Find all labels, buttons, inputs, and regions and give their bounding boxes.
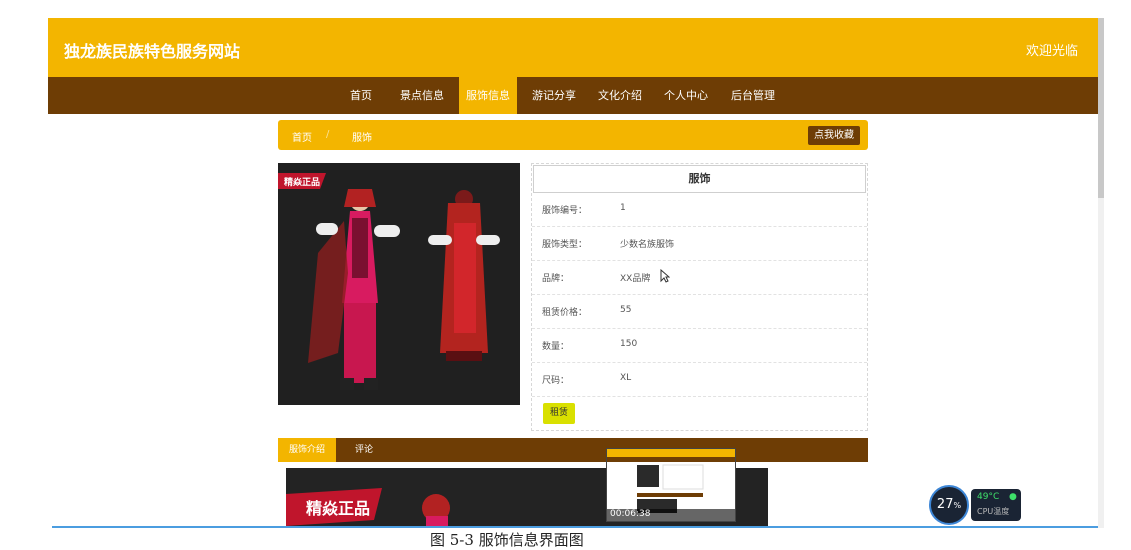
nav-item-scenic[interactable]: 景点信息 xyxy=(394,77,450,114)
detail-label: 服饰类型： xyxy=(542,240,588,250)
scrollbar-thumb[interactable] xyxy=(1098,18,1104,198)
intro-image-text: 精焱正品 xyxy=(306,499,370,518)
product-title: 服饰 xyxy=(533,165,866,193)
product-details-panel: 服饰 服饰编号： 1 服饰类型： 少数名族服饰 品牌： XX品牌 租赁价格： 5… xyxy=(531,163,868,431)
detail-label: 品牌： xyxy=(542,274,570,284)
video-timestamp: 00:06:38 xyxy=(610,509,651,519)
rent-button[interactable]: 租赁 xyxy=(543,403,575,424)
figure-caption: 图 5-3 服饰信息界面图 xyxy=(430,531,584,549)
video-preview-thumbnail[interactable]: 00:06:38 xyxy=(606,448,736,522)
detail-value: 55 xyxy=(620,305,632,315)
detail-value: XL xyxy=(620,373,632,383)
detail-label: 服饰编号： xyxy=(542,206,588,216)
cpu-temp-box: 49°C ● CPU温度 xyxy=(971,489,1021,521)
detail-tabs: 服饰介绍 评论 xyxy=(278,438,868,462)
detail-label: 租赁价格： xyxy=(542,308,588,318)
detail-label: 尺码： xyxy=(542,376,570,386)
cpu-temp: 49°C xyxy=(977,492,1000,502)
detail-value: XX品牌 xyxy=(620,274,651,284)
cpu-widget[interactable]: 27% 49°C ● CPU温度 xyxy=(929,485,1021,525)
cpu-temp-label: CPU温度 xyxy=(977,507,1010,516)
mouse-cursor-icon xyxy=(660,269,670,283)
site-title[interactable]: 独龙族民族特色服务网站 xyxy=(64,38,240,62)
favorite-button[interactable]: 点我收藏 xyxy=(808,126,860,145)
detail-row-size: 尺码： XL xyxy=(532,362,867,397)
divider-line xyxy=(52,526,1098,528)
tab-clothing-intro[interactable]: 服饰介绍 xyxy=(278,438,336,462)
detail-row-price: 租赁价格： 55 xyxy=(532,294,867,329)
cpu-usage-value: 27 xyxy=(936,497,954,512)
detail-row-id: 服饰编号： 1 xyxy=(532,192,867,227)
detail-value: 1 xyxy=(620,203,626,213)
header-bar: 独龙族民族特色服务网站 欢迎光临 xyxy=(48,18,1098,77)
tab-comments[interactable]: 评论 xyxy=(344,438,384,462)
breadcrumb: 首页 / 服饰 点我收藏 xyxy=(278,120,868,150)
detail-value: 少数名族服饰 xyxy=(620,240,675,250)
nav-item-admin[interactable]: 后台管理 xyxy=(724,77,782,114)
nav-item-profile[interactable]: 个人中心 xyxy=(658,77,714,114)
cpu-usage-circle: 27% xyxy=(929,485,969,525)
vertical-scrollbar[interactable] xyxy=(1098,18,1104,528)
detail-label: 数量： xyxy=(542,342,570,352)
nav-item-home[interactable]: 首页 xyxy=(338,77,384,114)
breadcrumb-separator: / xyxy=(326,129,330,140)
detail-row-quantity: 数量： 150 xyxy=(532,328,867,363)
nav-item-travel-notes[interactable]: 游记分享 xyxy=(526,77,582,114)
breadcrumb-home[interactable]: 首页 xyxy=(292,129,312,144)
costume-photo: 精焱正品 xyxy=(278,163,520,405)
leaf-icon: ● xyxy=(1009,492,1017,502)
breadcrumb-current: 服饰 xyxy=(352,133,372,144)
web-page: 独龙族民族特色服务网站 欢迎光临 首页 景点信息 服饰信息 游记分享 文化介绍 … xyxy=(0,0,1098,528)
detail-row-type: 服饰类型： 少数名族服饰 xyxy=(532,226,867,261)
nav-item-culture[interactable]: 文化介绍 xyxy=(592,77,648,114)
welcome-text: 欢迎光临 xyxy=(1025,44,1078,59)
image-badge: 精焱正品 xyxy=(284,176,320,188)
detail-row-brand: 品牌： XX品牌 xyxy=(532,260,867,295)
product-image: 精焱正品 xyxy=(278,163,520,405)
cpu-usage-unit: % xyxy=(953,501,962,510)
detail-value: 150 xyxy=(620,339,638,349)
main-nav: 首页 景点信息 服饰信息 游记分享 文化介绍 个人中心 后台管理 xyxy=(48,77,1098,114)
nav-item-clothing[interactable]: 服饰信息 xyxy=(459,77,517,114)
